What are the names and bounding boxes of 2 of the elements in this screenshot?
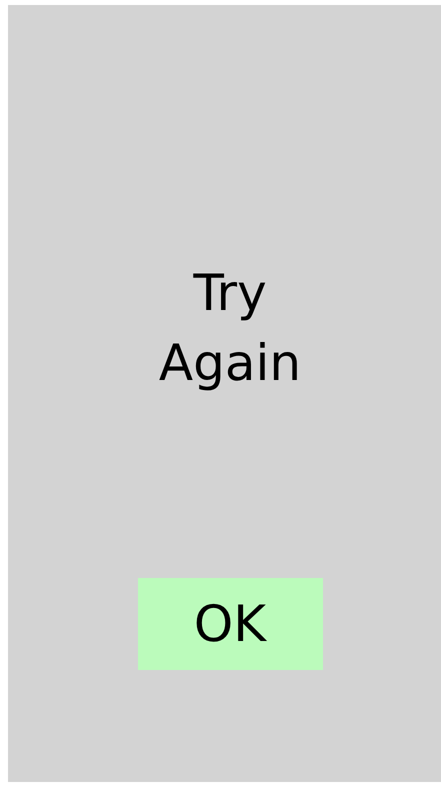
- message-text: Try Again: [158, 263, 302, 394]
- ok-button[interactable]: OK: [138, 578, 322, 670]
